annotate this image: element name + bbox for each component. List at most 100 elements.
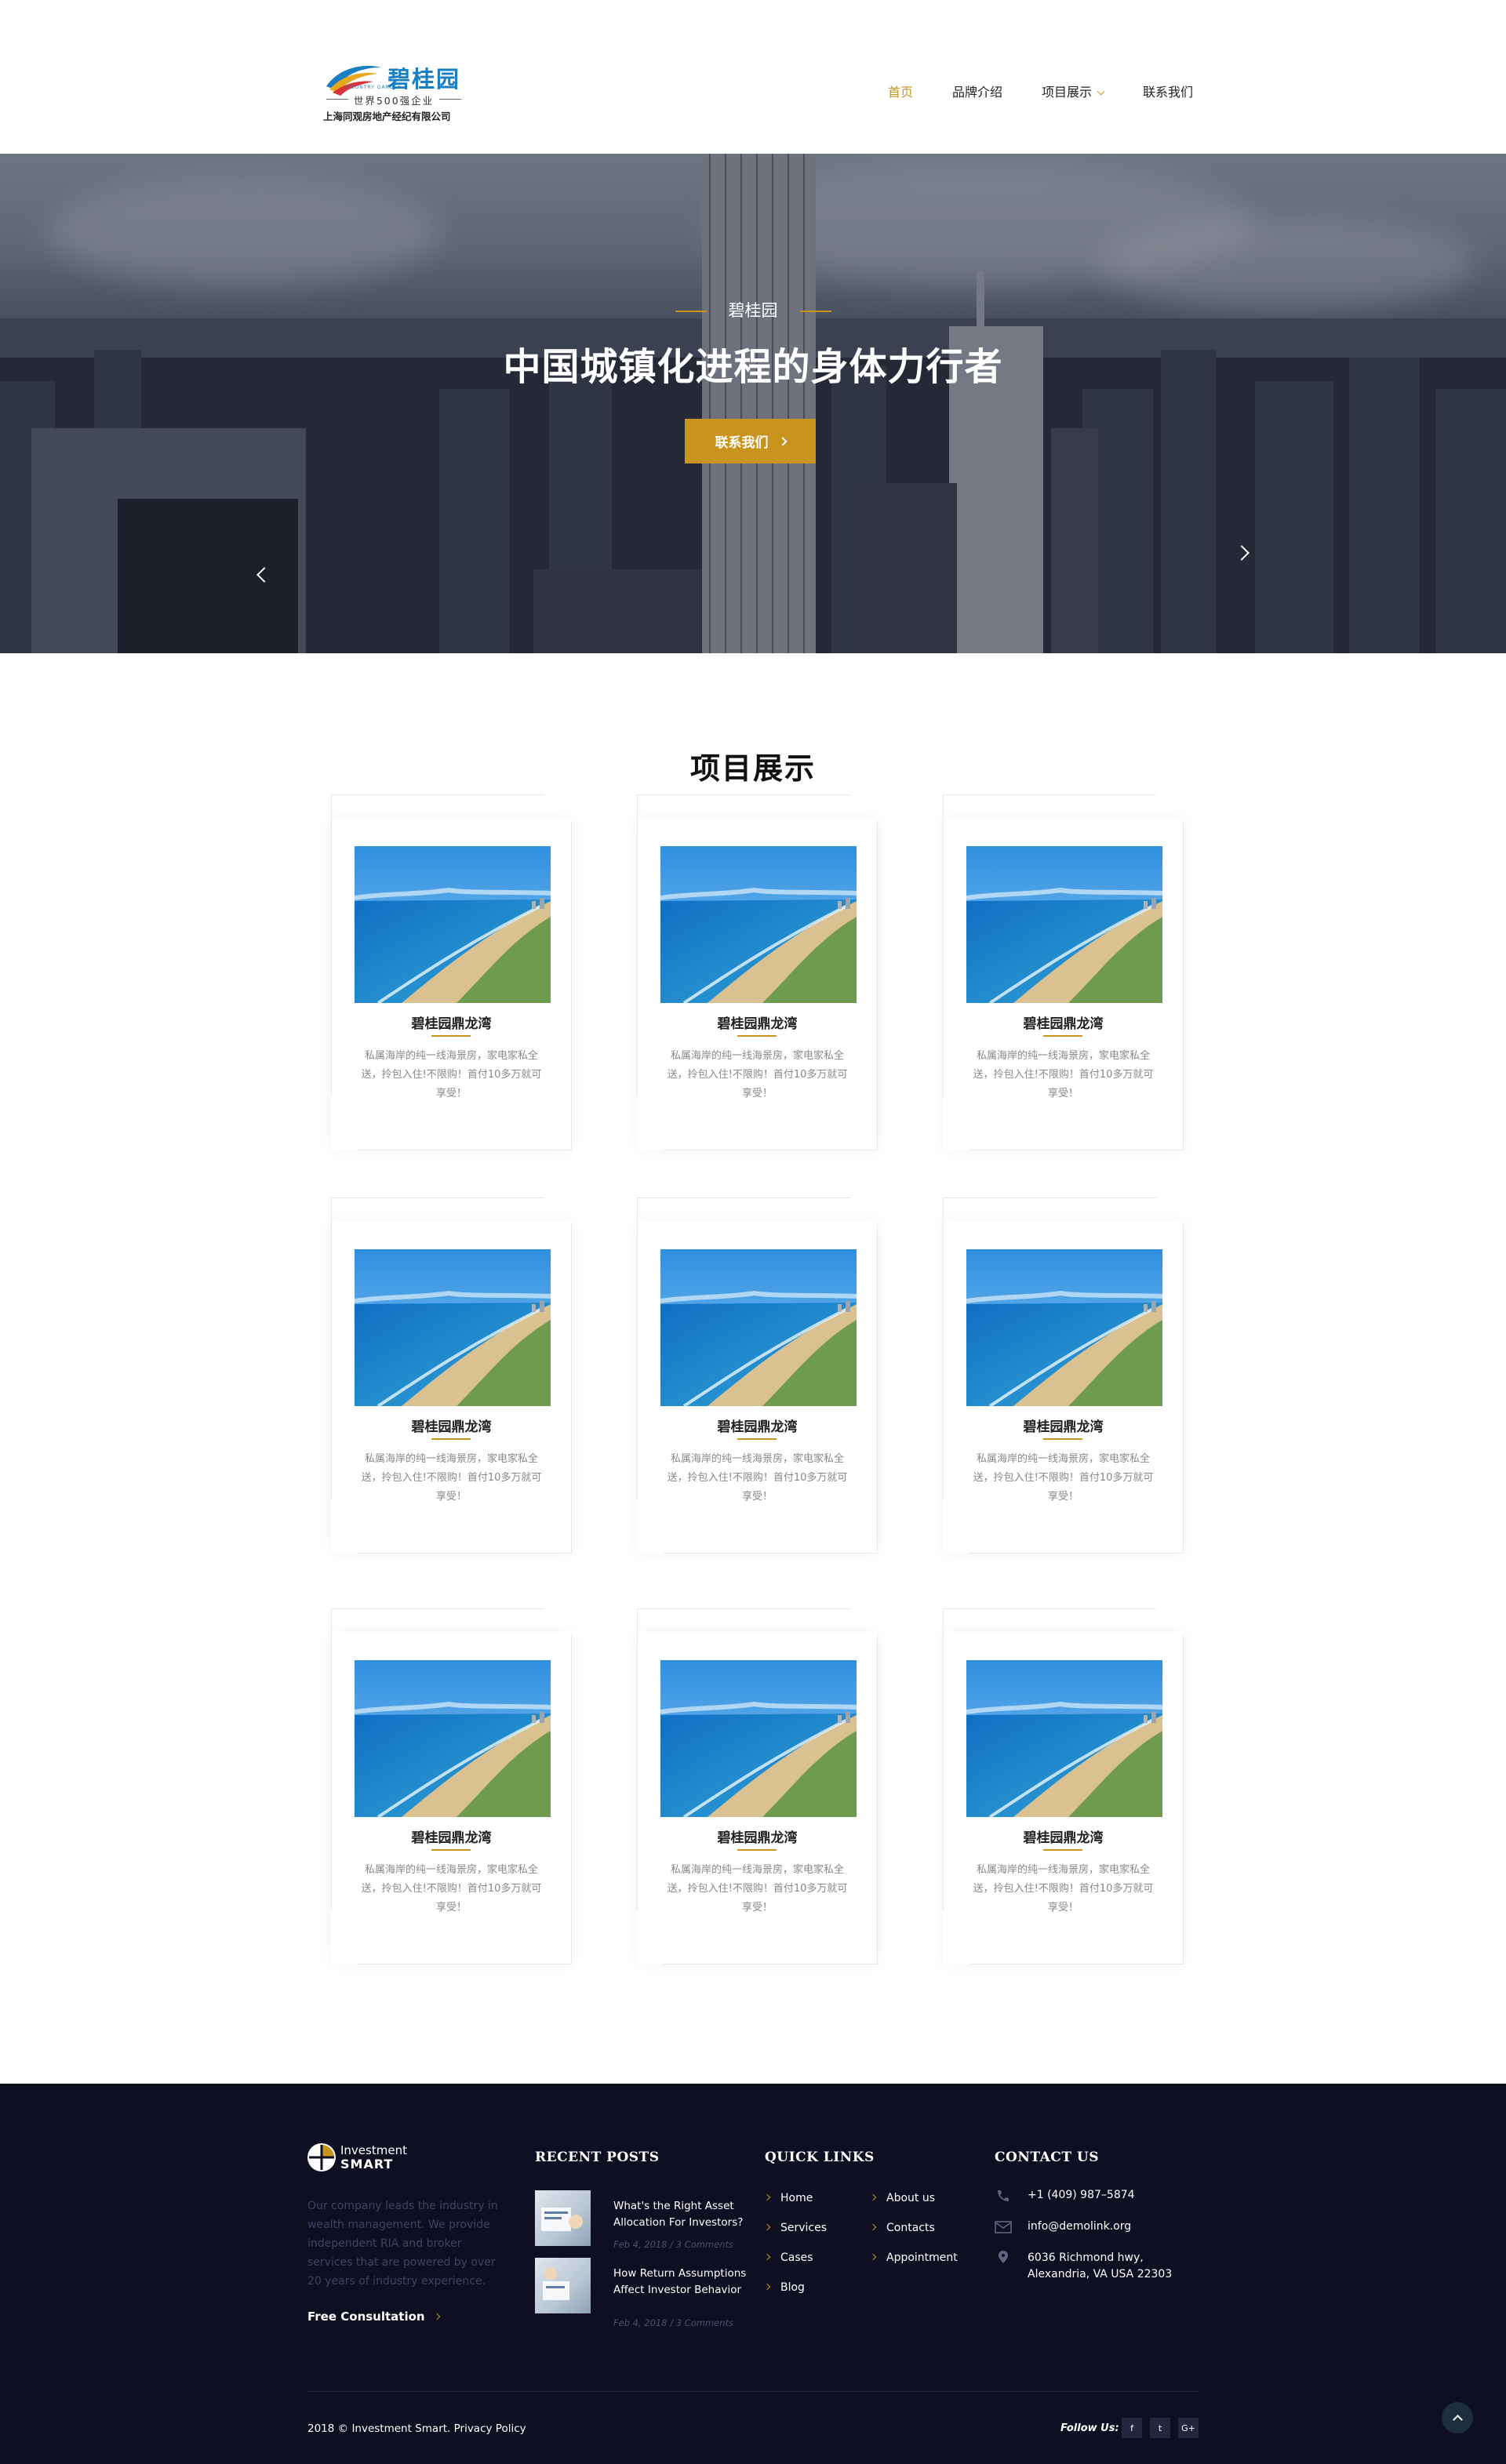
card-frame [331, 1608, 544, 1609]
title-underline [1043, 1035, 1082, 1037]
card-frame [637, 794, 850, 795]
project-image[interactable] [355, 846, 551, 1003]
project-description: 私属海岸的纯一线海景房，家电家私全送，拎包入住!不限购！首付10多万就可享受！ [973, 1050, 1154, 1099]
recent-post[interactable]: What's the Right Asset Allocation For In… [535, 2190, 747, 2253]
hero-contact-button-label: 联系我们 [715, 435, 769, 451]
quick-link-label: Home [780, 2192, 813, 2204]
project-image[interactable] [355, 1249, 551, 1406]
project-image[interactable] [966, 1660, 1162, 1817]
card-frame [331, 794, 544, 795]
quick-link-home[interactable]: Home [763, 2192, 813, 2204]
recent-post[interactable]: How Return Assumptions Affect Investor B… [535, 2258, 747, 2328]
title-underline [1043, 1438, 1082, 1440]
project-image[interactable] [660, 1660, 857, 1817]
project-card[interactable]: 碧桂园鼎龙湾 私属海岸的纯一线海景房，家电家私全送，拎包入住!不限购！首付10多万… [637, 794, 878, 1150]
project-image[interactable] [660, 1249, 857, 1406]
footer-logo[interactable]: Investment SMART [307, 2143, 407, 2171]
card-frame [664, 1553, 878, 1554]
post-title[interactable]: What's the Right Asset Allocation For In… [613, 2198, 747, 2231]
logo-chinese: 碧桂园 [387, 66, 461, 93]
footer-divider [307, 2391, 1199, 2392]
card-frame [571, 1635, 572, 1964]
card-frame [1183, 821, 1184, 1150]
card-frame [943, 1197, 1156, 1198]
footer-logo-icon [307, 2143, 336, 2171]
card-frame [637, 1197, 638, 1499]
contact-phone-text[interactable]: +1 (409) 987–5874 [1028, 2187, 1184, 2204]
hero-contact-button[interactable]: 联系我们 [685, 419, 816, 463]
nav-item-home[interactable]: 首页 [888, 82, 913, 100]
quick-link-services[interactable]: Services [763, 2222, 827, 2234]
project-name[interactable]: 碧桂园鼎龙湾 [637, 1826, 878, 1846]
nav-item-brand[interactable]: 品牌介绍 [952, 82, 1002, 100]
quick-link-contacts[interactable]: Contacts [869, 2222, 935, 2234]
post-meta: Feb 4, 2018 / 3 Comments [613, 2239, 734, 2250]
section-title: 项目展示 [689, 750, 816, 786]
chevron-right-icon [869, 2193, 877, 2201]
project-card[interactable]: 碧桂园鼎龙湾私属海岸的纯一线海景房，家电家私全送，拎包入住!不限购！首付10多万… [637, 1608, 878, 1964]
project-name[interactable]: 碧桂园鼎龙湾 [637, 1416, 878, 1435]
nav-item-contact[interactable]: 联系我们 [1143, 82, 1193, 100]
card-frame [331, 1197, 544, 1198]
card-frame [1183, 1224, 1184, 1554]
card-frame [637, 794, 638, 1096]
nav-item-projects-label: 项目展示 [1042, 85, 1093, 100]
quick-link-cases[interactable]: Cases [763, 2251, 813, 2264]
card-frame [943, 1197, 944, 1499]
project-card[interactable]: 碧桂园鼎龙湾 私属海岸的纯一线海景房，家电家私全送，拎包入住!不限购！首付10多万… [331, 794, 572, 1150]
project-image[interactable] [966, 1249, 1162, 1406]
facebook-icon[interactable]: f [1122, 2418, 1142, 2438]
quick-link-appointment[interactable]: Appointment [869, 2251, 958, 2264]
title-underline [1043, 1849, 1082, 1851]
google-plus-icon[interactable]: G+ [1178, 2418, 1199, 2438]
project-name[interactable]: 碧桂园鼎龙湾 [943, 1012, 1184, 1032]
follow-us-label: Follow Us: [1060, 2422, 1119, 2434]
contact-email-text[interactable]: info@demolink.org [1028, 2219, 1184, 2235]
project-image[interactable] [355, 1660, 551, 1817]
title-underline [737, 1849, 777, 1851]
project-card[interactable]: 碧桂园鼎龙湾 私属海岸的纯一线海景房，家电家私全送，拎包入住!不限购！首付10多万… [331, 1197, 572, 1554]
quick-link-label: Contacts [886, 2222, 935, 2234]
project-image[interactable] [966, 846, 1162, 1003]
project-description: 私属海岸的纯一线海景房，家电家私全送，拎包入住!不限购！首付10多万就可享受！ [667, 1864, 848, 1913]
card-frame [877, 1635, 878, 1964]
project-card[interactable]: 碧桂园鼎龙湾 私属海岸的纯一线海景房，家电家私全送，拎包入住!不限购！首付10多万… [943, 1197, 1184, 1554]
chevron-right-icon [763, 2223, 771, 2231]
project-card[interactable]: 碧桂园鼎龙湾 私属海岸的纯一线海景房，家电家私全送，拎包入住!不限购！首付10多万… [637, 1197, 878, 1554]
quick-link-blog[interactable]: Blog [763, 2281, 805, 2294]
project-name[interactable]: 碧桂园鼎龙湾 [943, 1416, 1184, 1435]
project-card[interactable]: 碧桂园鼎龙湾 私属海岸的纯一线海景房，家电家私全送，拎包入住!不限购！首付10多万… [331, 1608, 572, 1964]
title-underline [431, 1438, 471, 1440]
project-name[interactable]: 碧桂园鼎龙湾 [637, 1012, 878, 1032]
project-name[interactable]: 碧桂园鼎龙湾 [331, 1416, 572, 1435]
hero-banner: 碧桂园 中国城镇化进程的身体力行者 联系我们 [0, 154, 1506, 653]
chevron-right-icon [777, 436, 788, 446]
free-consultation-link[interactable]: Free Consultation [307, 2310, 440, 2324]
card-frame [571, 1224, 572, 1554]
post-title[interactable]: How Return Assumptions Affect Investor B… [613, 2266, 747, 2299]
chevron-right-icon [763, 2253, 771, 2261]
back-to-top-icon[interactable] [1442, 2402, 1473, 2433]
free-consultation-label: Free Consultation [307, 2310, 425, 2324]
card-frame [969, 1553, 1184, 1554]
projects-section: 项目展示 碧桂园鼎龙湾私属海岸的纯一线海景房，家电家私全送，拎包入住!不限购！首… [0, 653, 1506, 2084]
project-name[interactable]: 碧桂园鼎龙湾 [943, 1826, 1184, 1846]
nav-item-projects[interactable]: 项目展示 [1042, 82, 1105, 100]
footer-logo-line1: Investment [340, 2143, 407, 2157]
project-card[interactable]: 碧桂园鼎龙湾私属海岸的纯一线海景房，家电家私全送，拎包入住!不限购！首付10多万… [943, 794, 1184, 1150]
post-thumbnail [535, 2190, 591, 2246]
project-image[interactable] [660, 846, 857, 1003]
project-name[interactable]: 碧桂园鼎龙湾 [331, 1012, 572, 1032]
twitter-icon[interactable]: t [1150, 2418, 1170, 2438]
card-frame [331, 1608, 332, 1910]
quick-link-label: About us [886, 2192, 936, 2204]
card-frame [943, 1608, 1156, 1609]
logo[interactable]: COUNTRY GARDEN 碧桂园 世界500强企业 上海同观房地产经纪有限公… [323, 61, 464, 124]
chevron-right-icon [433, 2313, 440, 2320]
card-frame [331, 1197, 332, 1499]
quick-link-about[interactable]: About us [869, 2192, 936, 2204]
card-frame [571, 821, 572, 1150]
card-frame [943, 794, 1156, 795]
project-name[interactable]: 碧桂园鼎龙湾 [331, 1826, 572, 1846]
project-card[interactable]: 碧桂园鼎龙湾 私属海岸的纯一线海景房，家电家私全送，拎包入住!不限购！首付10多万… [943, 1608, 1184, 1964]
